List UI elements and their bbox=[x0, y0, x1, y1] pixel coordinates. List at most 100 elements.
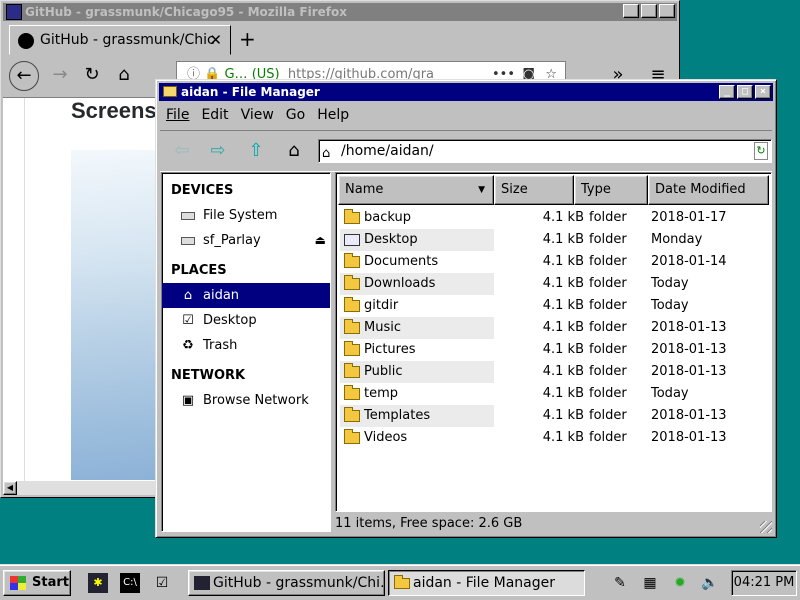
menu-edit[interactable]: Edit bbox=[195, 104, 234, 126]
windows-logo-icon bbox=[10, 576, 26, 590]
file-name-cell[interactable]: temp bbox=[340, 383, 494, 405]
close-button[interactable]: × bbox=[659, 4, 675, 18]
home-icon[interactable]: ⌂ bbox=[280, 139, 308, 165]
app-tray-icon[interactable]: ✎ bbox=[610, 573, 630, 593]
file-name-cell[interactable]: Music bbox=[340, 317, 494, 339]
file-manager-window[interactable]: aidan - File Manager _ □ × File Edit View G… bbox=[155, 79, 777, 538]
file-name: temp bbox=[364, 386, 399, 401]
minimize-button[interactable]: _ bbox=[623, 4, 639, 18]
firefox-launcher-icon[interactable]: ✱ bbox=[88, 573, 108, 593]
file-row[interactable]: backup 4.1 kB folder 2018-01-17 bbox=[338, 207, 769, 229]
column-type[interactable]: Type bbox=[574, 175, 648, 205]
file-row[interactable]: Public 4.1 kB folder 2018-01-13 bbox=[338, 361, 769, 383]
sidebar-item-trash[interactable]: ♻ Trash bbox=[162, 333, 330, 358]
new-tab-icon[interactable]: + bbox=[239, 27, 256, 51]
file-type: folder bbox=[589, 320, 627, 335]
back-arrow-icon[interactable]: ← bbox=[9, 61, 39, 91]
menu-help[interactable]: Help bbox=[311, 104, 355, 126]
forward-arrow-icon[interactable]: → bbox=[45, 61, 75, 91]
task-firefox[interactable]: GitHub - grassmunk/Chi… bbox=[188, 570, 385, 596]
file-rows: backup 4.1 kB folder 2018-01-17 Desktop 4.1 k… bbox=[338, 207, 769, 449]
menu-go[interactable]: Go bbox=[280, 104, 311, 126]
minimize-button[interactable]: _ bbox=[719, 85, 735, 99]
maximize-button[interactable]: □ bbox=[737, 85, 753, 99]
file-size: 4.1 kB bbox=[542, 210, 584, 225]
close-tab-icon[interactable]: ✕ bbox=[209, 31, 222, 49]
file-date: Today bbox=[651, 298, 689, 313]
up-arrow-icon[interactable]: ⇧ bbox=[242, 139, 270, 165]
location-path[interactable]: /home/aidan/ bbox=[341, 143, 434, 159]
file-name-cell[interactable]: backup bbox=[340, 207, 494, 229]
column-name[interactable]: Name ▼ bbox=[338, 175, 494, 205]
maximize-button[interactable]: □ bbox=[641, 4, 657, 18]
folder-icon bbox=[394, 575, 410, 589]
network-icon: ▣ bbox=[181, 393, 195, 408]
file-name-cell[interactable]: gitdir bbox=[340, 295, 494, 317]
file-date: 2018-01-13 bbox=[651, 364, 727, 379]
file-row[interactable]: Music 4.1 kB folder 2018-01-13 bbox=[338, 317, 769, 339]
column-size[interactable]: Size bbox=[494, 175, 574, 205]
file-row[interactable]: Downloads 4.1 kB folder Today bbox=[338, 273, 769, 295]
sidebar-item-file-system[interactable]: File System bbox=[162, 203, 330, 228]
page-heading: Screens bbox=[71, 98, 157, 123]
browser-tab[interactable]: GitHub - grassmunk/Chic ✕ bbox=[9, 25, 231, 55]
file-row[interactable]: Desktop 4.1 kB folder Monday bbox=[338, 229, 769, 251]
sidebar-item-aidan[interactable]: ⌂ aidan bbox=[162, 283, 330, 308]
eject-icon[interactable]: ⏏ bbox=[315, 228, 326, 253]
file-row[interactable]: Videos 4.1 kB folder 2018-01-13 bbox=[338, 427, 769, 449]
file-size: 4.1 kB bbox=[542, 386, 584, 401]
column-headers: Name ▼ Size Type Date Modified bbox=[338, 175, 769, 205]
network-tray-icon[interactable]: ▦ bbox=[640, 573, 660, 593]
resize-grip[interactable] bbox=[760, 521, 772, 533]
sidebar-item-label: Browse Network bbox=[203, 393, 309, 408]
file-name-cell[interactable]: Videos bbox=[340, 427, 494, 449]
start-button[interactable]: Start bbox=[3, 570, 71, 596]
firefox-titlebar[interactable]: GitHub - grassmunk/Chicago95 - Mozilla F… bbox=[3, 3, 677, 21]
file-row[interactable]: Pictures 4.1 kB folder 2018-01-13 bbox=[338, 339, 769, 361]
reload-icon[interactable]: ↻ bbox=[754, 142, 768, 160]
file-name-cell[interactable]: Desktop bbox=[340, 229, 494, 251]
file-name-cell[interactable]: Pictures bbox=[340, 339, 494, 361]
column-name-label: Name bbox=[345, 182, 384, 197]
sidebar-item-browse-network[interactable]: ▣ Browse Network bbox=[162, 388, 330, 413]
sidebar-item-desktop[interactable]: ☑ Desktop bbox=[162, 308, 330, 333]
file-row[interactable]: Documents 4.1 kB folder 2018-01-14 bbox=[338, 251, 769, 273]
desktop-launcher-icon[interactable]: ☑ bbox=[152, 573, 172, 593]
file-date: 2018-01-13 bbox=[651, 430, 727, 445]
folder-icon bbox=[344, 429, 360, 444]
scroll-left-icon[interactable]: ◀ bbox=[3, 481, 17, 495]
file-row[interactable]: gitdir 4.1 kB folder Today bbox=[338, 295, 769, 317]
menu-view[interactable]: View bbox=[235, 104, 280, 126]
file-type: folder bbox=[589, 408, 627, 423]
clock[interactable]: 04:21 PM bbox=[731, 570, 797, 596]
file-row[interactable]: Templates 4.1 kB folder 2018-01-13 bbox=[338, 405, 769, 427]
folder-icon bbox=[344, 275, 360, 290]
reload-icon[interactable]: ↻ bbox=[77, 61, 107, 91]
file-name-cell[interactable]: Public bbox=[340, 361, 494, 383]
file-row[interactable]: temp 4.1 kB folder Today bbox=[338, 383, 769, 405]
column-date-modified[interactable]: Date Modified bbox=[648, 175, 769, 205]
home-icon[interactable]: ⌂ bbox=[109, 61, 139, 91]
back-arrow-icon[interactable]: ⇦ bbox=[168, 139, 196, 165]
file-name: Videos bbox=[364, 430, 408, 445]
menu-file[interactable]: File bbox=[160, 104, 195, 126]
file-name-cell[interactable]: Documents bbox=[340, 251, 494, 273]
updates-tray-icon[interactable]: ✹ bbox=[670, 573, 690, 593]
location-bar[interactable]: ⌂ /home/aidan/ ↻ bbox=[318, 139, 772, 163]
task-file-manager[interactable]: aidan - File Manager bbox=[388, 570, 585, 596]
file-date: 2018-01-13 bbox=[651, 408, 727, 423]
forward-arrow-icon[interactable]: ⇨ bbox=[204, 139, 232, 165]
close-button[interactable]: × bbox=[755, 85, 771, 99]
file-name-cell[interactable]: Templates bbox=[340, 405, 494, 427]
file-list[interactable]: Name ▼ Size Type Date Modified backup 4.1… bbox=[335, 172, 772, 512]
file-size: 4.1 kB bbox=[542, 408, 584, 423]
sidebar-item-label: Desktop bbox=[203, 313, 257, 328]
file-name: Public bbox=[364, 364, 403, 379]
terminal-launcher-icon[interactable]: C:\ bbox=[120, 573, 140, 593]
firefox-app-icon bbox=[6, 4, 22, 20]
volume-icon[interactable]: 🔈 bbox=[700, 573, 720, 593]
toolbar: ⇦ ⇨ ⇧ ⌂ ⌂ /home/aidan/ ↻ bbox=[160, 130, 772, 172]
sidebar-item-sf-parlay[interactable]: sf_Parlay ⏏ bbox=[162, 228, 330, 253]
file-name-cell[interactable]: Downloads bbox=[340, 273, 494, 295]
file-manager-titlebar[interactable]: aidan - File Manager _ □ × bbox=[159, 83, 773, 101]
